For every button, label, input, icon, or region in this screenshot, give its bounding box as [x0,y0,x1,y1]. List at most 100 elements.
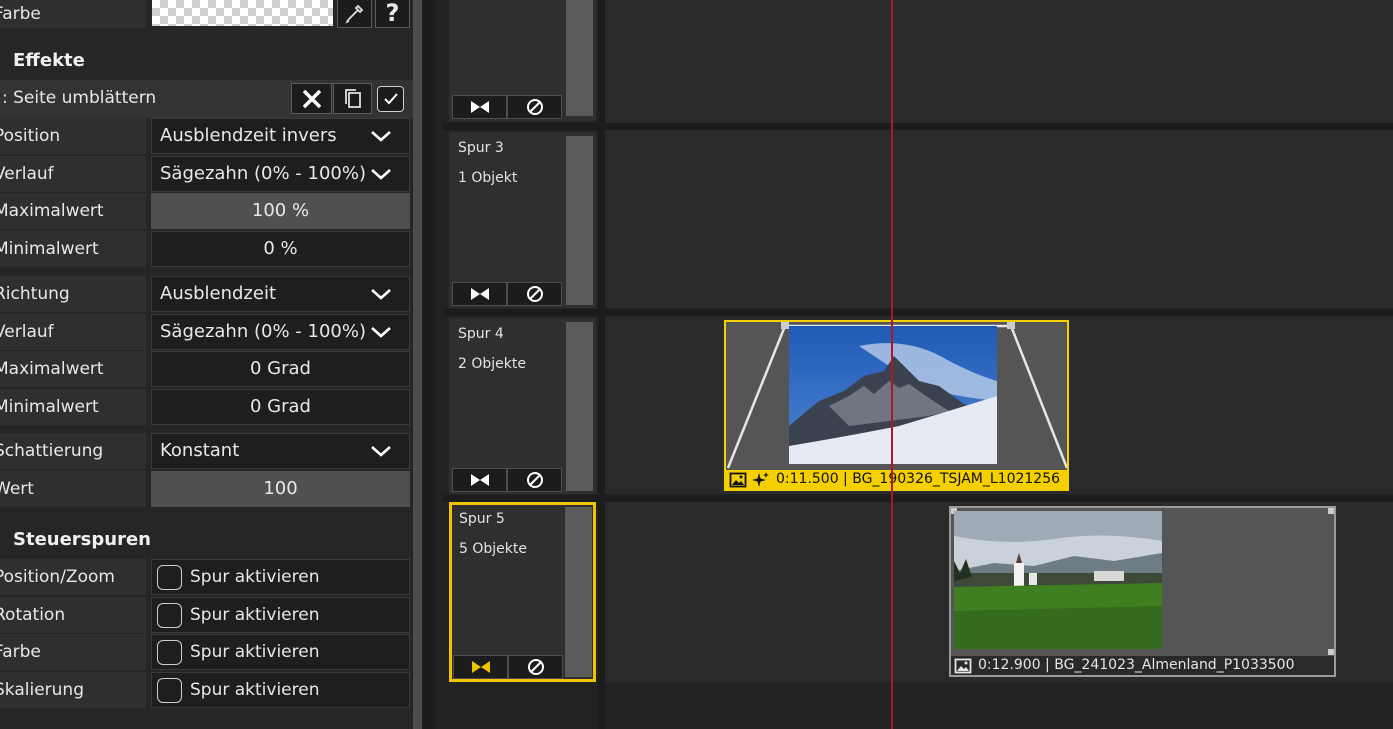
property-select-value: Konstant [160,440,240,461]
track-header-5[interactable]: Spur 5 5 Objekte [449,502,596,682]
control-track-label: Rotation [0,596,146,633]
copy-effect-button[interactable] [333,83,372,114]
track-lane-2[interactable] [605,0,1393,123]
color-row: Farbe ? [0,0,413,28]
property-label: Schattierung [0,433,146,469]
checkbox[interactable] [157,640,182,665]
track-collapse-button[interactable] [452,95,507,119]
disabled-icon [527,659,544,675]
property-row: Maximalwert 100 % [0,193,413,230]
property-select[interactable]: Ausblendzeit [151,276,410,312]
property-row: Richtung Ausblendzeit [0,276,413,313]
effects-heading: Effekte [13,50,85,71]
control-track-label: Farbe [0,634,146,670]
property-select-value: Sägezahn (0% - 100%) [160,162,366,184]
timeline-empty-area [443,683,1393,729]
panel-divider[interactable] [422,0,436,729]
track-scrollbar[interactable] [566,322,593,491]
track-mute-button[interactable] [507,95,562,119]
eyedropper-icon [344,4,363,24]
property-select[interactable]: Konstant [151,433,410,469]
eyedropper-button[interactable] [337,0,372,28]
control-track-label: Position/Zoom [0,559,146,595]
clip-handle[interactable] [1328,508,1334,514]
property-select[interactable]: Ausblendzeit invers [151,118,410,154]
checkbox[interactable] [157,602,182,628]
track-name: Spur 5 [459,511,505,527]
clip-almenland[interactable]: 0:12.900 | BG_241023_Almenland_P1033500 [949,506,1336,677]
track-mute-button[interactable] [507,468,562,492]
clip-label-bar: 0:12.900 | BG_241023_Almenland_P1033500 [951,656,1334,675]
track-collapse-button[interactable] [453,655,508,679]
track-scrollbar[interactable] [566,136,593,305]
control-track-toggle[interactable]: Spur aktivieren [151,596,410,633]
checkbox[interactable] [157,677,182,703]
disabled-icon [526,286,543,302]
property-select[interactable]: Sägezahn (0% - 100%) [151,313,410,350]
clip-thumbnail-landscape [954,511,1162,649]
clip-label-bar: 0:11.500 | BG_190326_TSJAM_L1021256 [726,470,1067,489]
control-track-toggle[interactable]: Spur aktivieren [151,671,410,708]
property-select-value: Ausblendzeit invers [160,125,337,146]
chevron-down-icon [371,131,391,142]
chevron-down-icon [371,168,391,180]
clip-thumbnail-mountain [789,326,997,464]
control-tracks-heading: Steuerspuren [13,529,151,550]
property-select[interactable]: Sägezahn (0% - 100%) [151,155,410,192]
track-object-count: 5 Objekte [459,541,527,557]
bowtie-icon [470,474,489,486]
property-select-value: Sägezahn (0% - 100%) [160,320,366,342]
effect-enabled-checkbox[interactable] [377,86,404,112]
track-separator [443,309,1393,316]
property-number-field[interactable]: 0 % [151,230,410,267]
property-label: Maximalwert [0,351,146,387]
color-swatch[interactable] [152,0,333,26]
effect-title-bar: : Seite umblättern [0,80,413,118]
track-name: Spur 3 [458,140,504,156]
delete-effect-button[interactable] [291,83,332,114]
track-mute-button[interactable] [508,655,563,679]
control-track-row: Position/Zoom Spur aktivieren [0,559,413,596]
image-icon [729,472,747,487]
track-header-3[interactable]: Spur 3 1 Objekt [449,132,596,308]
track-header-2 [449,0,596,121]
playhead[interactable] [891,0,893,729]
checkbox-label: Spur aktivieren [190,604,320,625]
track-scrollbar[interactable] [565,507,592,677]
color-label: Farbe [0,0,146,28]
bowtie-icon [470,288,489,300]
bowtie-icon [471,661,490,673]
clip-handle[interactable] [1328,649,1334,655]
property-label: Richtung [0,276,146,312]
track-separator [443,123,1393,130]
property-number-field[interactable]: 100 [151,470,410,507]
clip-mountain[interactable]: 0:11.500 | BG_190326_TSJAM_L1021256 [724,320,1069,491]
track-object-count: 1 Objekt [458,170,518,186]
track-collapse-button[interactable] [452,282,507,306]
track-scrollbar[interactable] [566,0,593,116]
bowtie-icon [470,101,489,113]
chevron-down-icon [371,289,391,300]
property-row: Schattierung Konstant [0,433,413,470]
control-track-row: Rotation Spur aktivieren [0,596,413,634]
track-lane-3[interactable] [605,130,1393,308]
property-row: Maximalwert 0 Grad [0,351,413,388]
property-number-field[interactable]: 100 % [151,193,410,229]
copy-icon [344,88,361,108]
property-select-value: Ausblendzeit [160,283,277,304]
clip-label-text: 0:11.500 | BG_190326_TSJAM_L1021256 [776,471,1061,487]
property-row: Wert 100 [0,470,413,508]
control-track-toggle[interactable]: Spur aktivieren [151,634,410,670]
checkbox[interactable] [157,565,182,590]
track-collapse-button[interactable] [452,468,507,492]
help-button[interactable]: ? [375,0,410,28]
panel-scrollbar[interactable] [413,0,422,729]
track-header-4[interactable]: Spur 4 2 Objekte [449,318,596,494]
track-object-count: 2 Objekte [458,356,526,372]
property-number-field[interactable]: 0 Grad [151,388,410,425]
control-track-toggle[interactable]: Spur aktivieren [151,559,410,595]
property-number-field[interactable]: 0 Grad [151,351,410,387]
track-mute-button[interactable] [507,282,562,306]
disabled-icon [526,472,543,488]
control-track-label: Skalierung [0,671,146,708]
